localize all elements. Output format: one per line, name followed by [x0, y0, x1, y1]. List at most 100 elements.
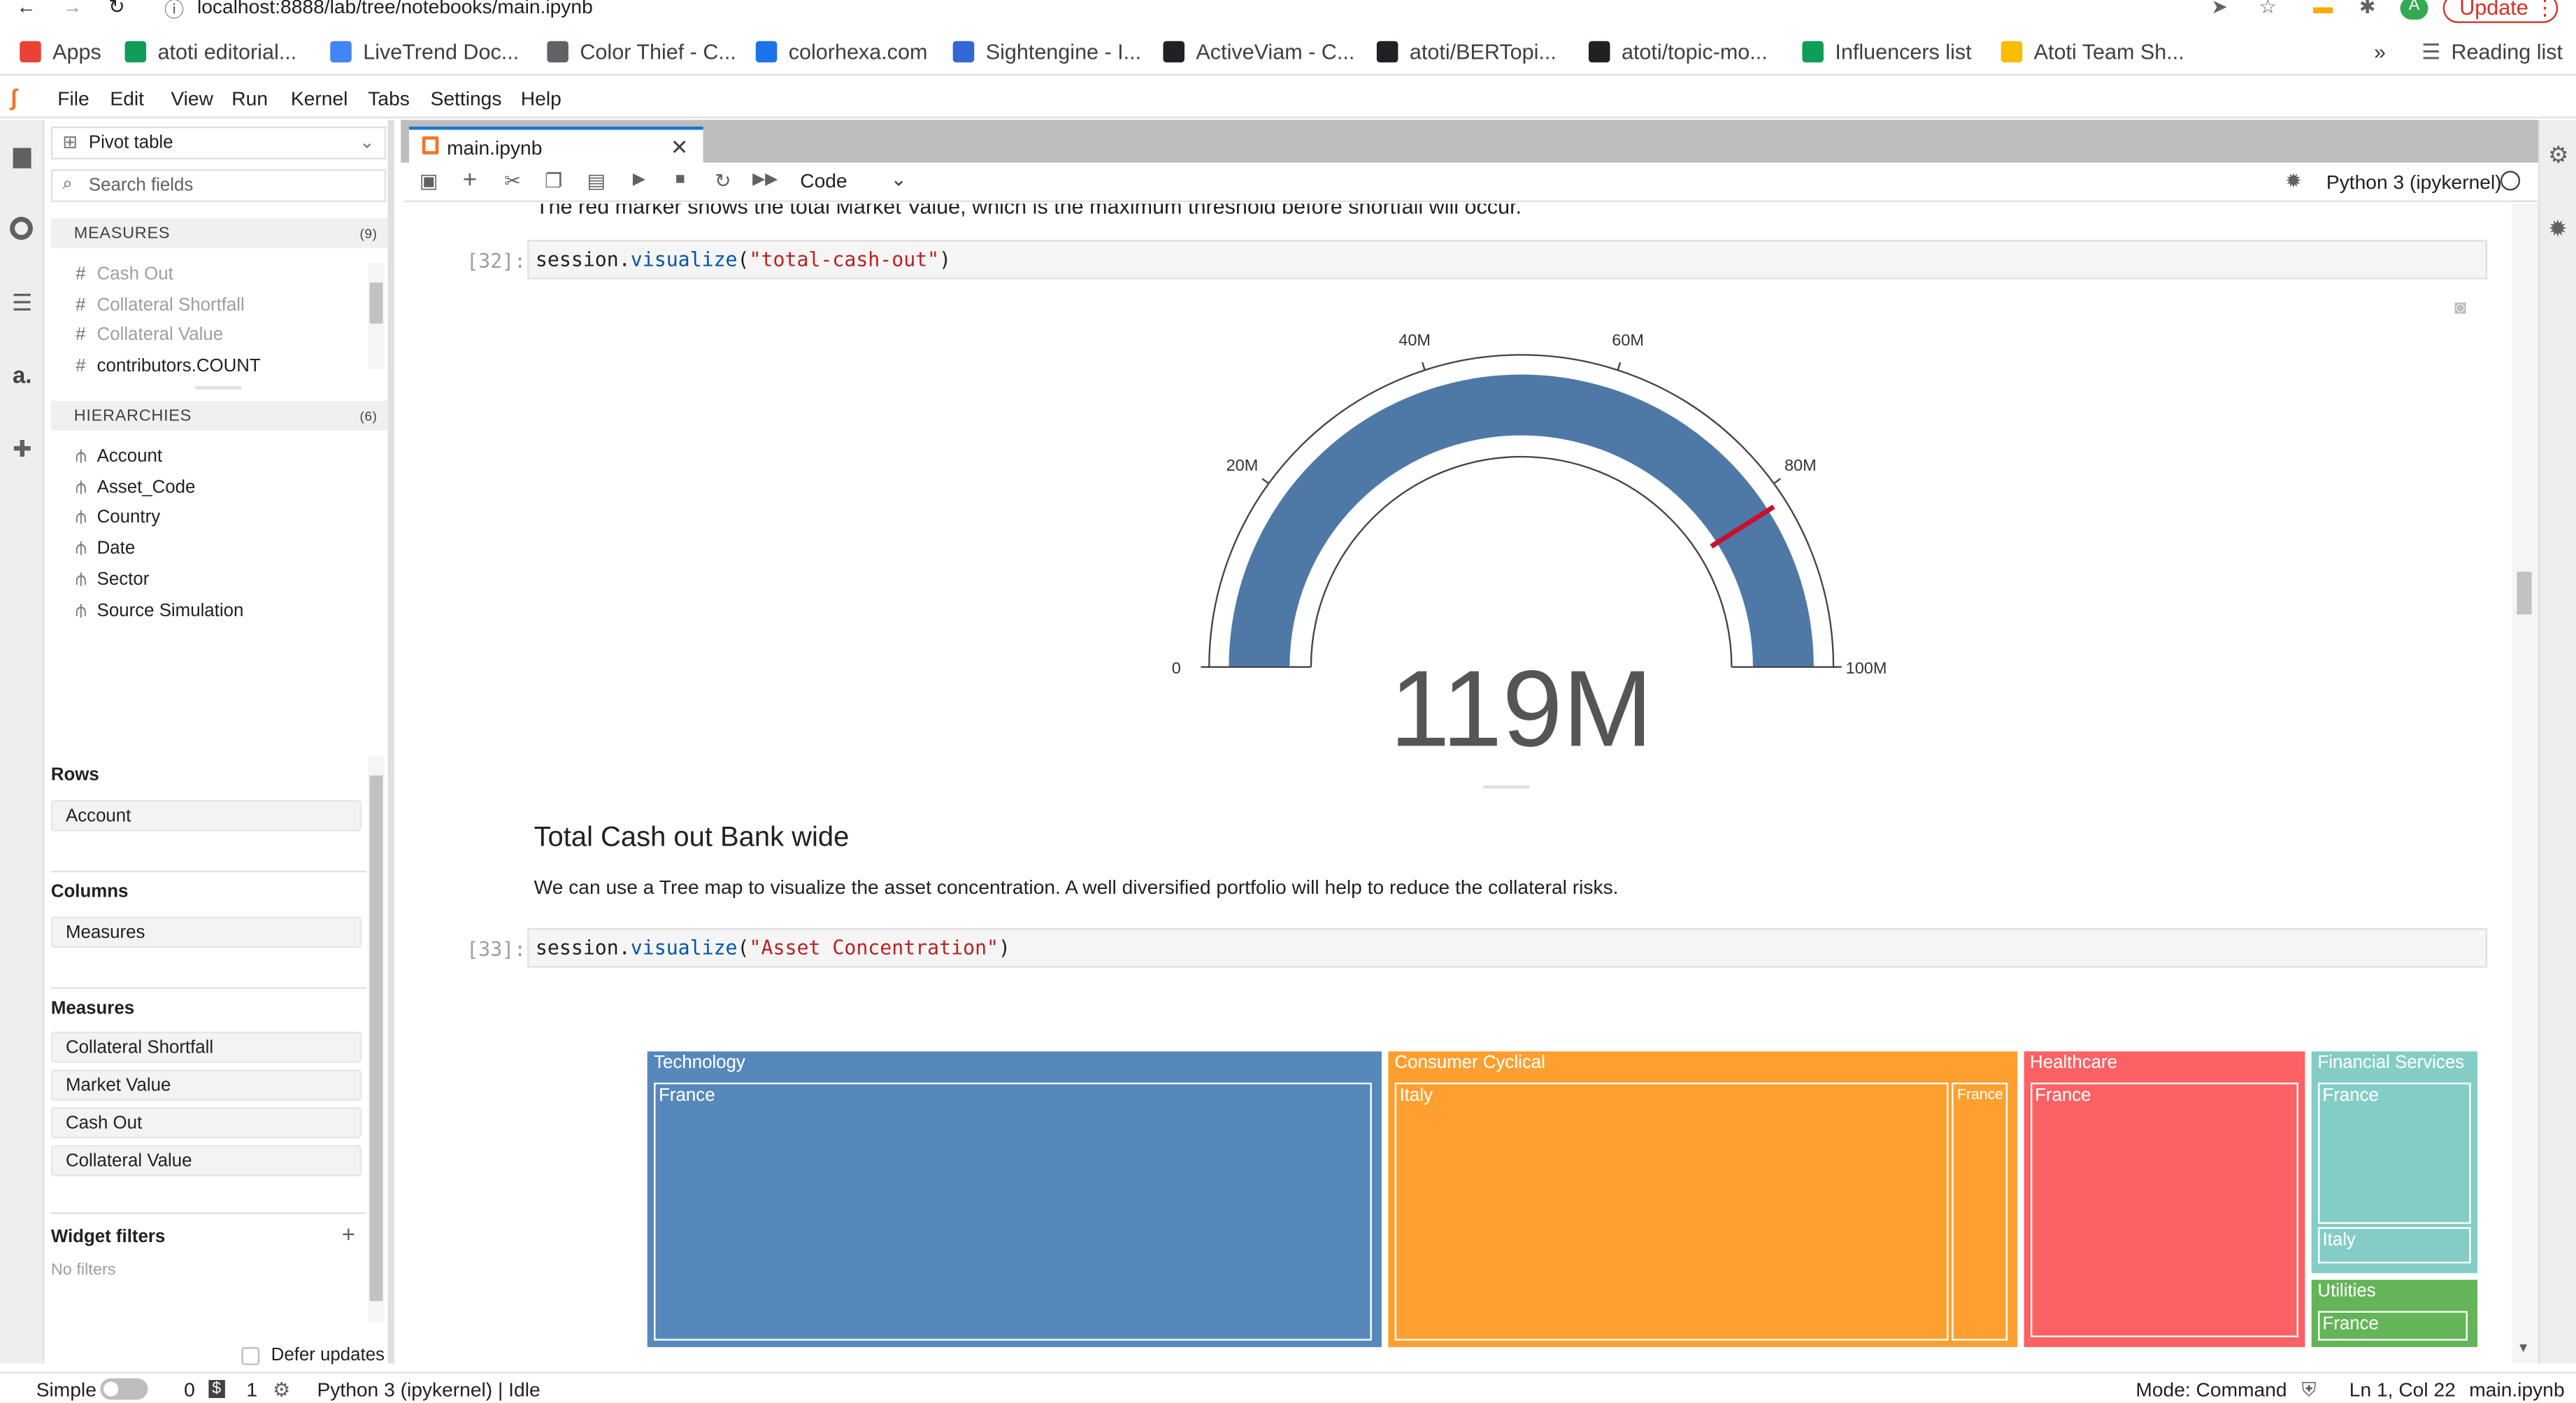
copy-icon[interactable]: ❐ [542, 169, 565, 192]
zone-chip[interactable]: Measures [50, 916, 362, 948]
menu-help[interactable]: Help [521, 87, 561, 110]
hierarchy-field[interactable]: ⫛ Sector [76, 570, 149, 592]
bookmark-item[interactable]: LiveTrend Doc... [330, 39, 519, 64]
send-icon[interactable]: ➤ [2211, 0, 2228, 18]
zone-chip[interactable]: Cash Out [50, 1107, 362, 1139]
run-icon[interactable]: ▶ [628, 169, 651, 192]
treemap-leaf[interactable]: Italy [2317, 1226, 2471, 1264]
bookmark-item[interactable]: Atoti Team Sh... [2001, 39, 2184, 64]
measure-field[interactable]: # Cash Out [76, 264, 173, 284]
star-icon[interactable]: ☆ [2259, 0, 2277, 18]
property-inspector-icon[interactable]: ⚙ [2548, 141, 2569, 169]
menu-edit[interactable]: Edit [110, 87, 144, 110]
extension-icon[interactable]: ▬ [2313, 0, 2333, 18]
search-input[interactable]: ⌕ Search fields [50, 169, 387, 202]
treemap-leaf[interactable]: Italy [1394, 1082, 1949, 1341]
save-icon[interactable]: ▣ [417, 169, 441, 192]
zones-scrollbar[interactable] [368, 755, 385, 1323]
treemap-leaf[interactable]: France [654, 1082, 1372, 1341]
puzzle-icon[interactable]: ✱ [2359, 0, 2376, 18]
camera-icon[interactable]: ◙ [2454, 296, 2466, 319]
zone-chip[interactable]: Market Value [50, 1069, 362, 1101]
notebook-scrollbar[interactable]: ▼ [2512, 204, 2538, 1364]
reading-list-button[interactable]: Reading list [2451, 39, 2563, 64]
bookmarks-overflow-button[interactable]: » [2374, 39, 2386, 64]
url-text[interactable]: localhost:8888/lab/tree/notebooks/main.i… [197, 0, 593, 18]
code-cell-input[interactable]: session.visualize("total-cash-out") [527, 239, 2488, 280]
cursor-position[interactable]: Ln 1, Col 22 [2349, 1379, 2456, 1402]
avatar[interactable]: A [2400, 0, 2428, 20]
menu-view[interactable]: View [171, 87, 213, 110]
cut-icon[interactable]: ✂ [501, 169, 524, 192]
toc-icon[interactable]: ☰ [10, 290, 34, 315]
hierarchy-field[interactable]: ⫛ Account [76, 447, 162, 469]
zones-scroll-thumb[interactable] [369, 775, 383, 1302]
output-resize-handle[interactable] [1483, 785, 1530, 789]
atoti-icon[interactable]: a. [10, 362, 34, 387]
extensions-icon[interactable]: ✚ [10, 436, 34, 462]
resize-handle[interactable] [195, 385, 242, 390]
info-icon[interactable]: ⓘ [164, 0, 184, 23]
running-icon[interactable] [10, 217, 33, 240]
kernel-status-text[interactable]: Python 3 (ipykernel) | Idle [317, 1379, 540, 1402]
debugger-icon[interactable]: ✹ [2282, 169, 2305, 192]
measure-field[interactable]: # Collateral Shortfall [76, 295, 245, 315]
defer-updates-checkbox[interactable] [241, 1347, 260, 1365]
bookmark-item[interactable]: atoti editorial... [124, 39, 296, 64]
treemap-leaf[interactable]: France [2030, 1082, 2298, 1338]
paste-icon[interactable]: ▤ [585, 169, 608, 192]
bookmark-item[interactable]: atoti/BERTopi... [1376, 39, 1557, 64]
zone-chip[interactable]: Account [50, 799, 362, 832]
treemap-leaf[interactable]: France [2317, 1082, 2471, 1223]
measures-scrollbar[interactable] [368, 262, 385, 370]
bookmark-item[interactable]: Sightengine - I... [952, 39, 1141, 64]
menu-kernel[interactable]: Kernel [291, 87, 348, 110]
scroll-down-icon[interactable]: ▼ [2517, 1341, 2530, 1355]
menu-settings[interactable]: Settings [431, 87, 502, 110]
hierarchy-field[interactable]: ⫛ Asset_Code [76, 478, 195, 499]
notebook-scroll-thumb[interactable] [2517, 571, 2532, 615]
zone-chip[interactable]: Collateral Value [50, 1145, 362, 1176]
code-cell-input[interactable]: session.visualize("Asset Concentration") [527, 928, 2488, 968]
treemap-leaf[interactable]: France [2317, 1311, 2468, 1341]
bookmark-item[interactable]: ActiveViam - C... [1163, 39, 1354, 64]
treemap-leaf[interactable]: France [1952, 1082, 2008, 1341]
measure-field[interactable]: # Collateral Value [76, 326, 223, 346]
restart-icon[interactable]: ↻ [711, 169, 734, 192]
hierarchy-field[interactable]: ⫛ Date [76, 539, 135, 561]
hierarchy-field[interactable]: ⫛ Source Simulation [76, 601, 243, 622]
treemap-group[interactable]: Healthcare France [2023, 1051, 2305, 1348]
bookmark-item[interactable]: Apps [20, 39, 101, 64]
cell-type-select[interactable]: Code ⌄ [800, 168, 908, 196]
bookmark-item[interactable]: Color Thief - C... [547, 39, 736, 64]
debugger-icon[interactable]: ✹ [2548, 215, 2568, 243]
bookmark-item[interactable]: atoti/topic-mo... [1588, 39, 1768, 64]
reload-icon[interactable]: ↻ [108, 0, 125, 18]
treemap-group[interactable]: Utilities France [2311, 1279, 2478, 1348]
hierarchy-field[interactable]: ⫛ Country [76, 508, 160, 530]
tab-main-ipynb[interactable]: main.ipynb ✕ [409, 126, 703, 163]
menu-file[interactable]: File [57, 87, 89, 110]
treemap-group[interactable]: Financial Services France Italy [2311, 1051, 2478, 1274]
update-button[interactable]: Update ⋮ [2442, 0, 2559, 23]
bookmark-item[interactable]: colorhexa.com [755, 39, 927, 64]
measures-scroll-thumb[interactable] [369, 283, 383, 324]
back-icon[interactable]: ← [16, 0, 36, 18]
widget-type-select[interactable]: Pivot table ⌄ ⊞ [50, 126, 387, 159]
treemap-group[interactable]: Technology France [647, 1051, 1382, 1348]
zone-chip[interactable]: Collateral Shortfall [50, 1032, 362, 1063]
menu-run[interactable]: Run [231, 87, 268, 110]
bookmark-item[interactable]: Influencers list [1802, 39, 1972, 64]
menu-tabs[interactable]: Tabs [368, 87, 410, 110]
folder-icon[interactable]: ▆ [10, 142, 34, 167]
close-icon[interactable]: ✕ [671, 135, 689, 162]
measure-field[interactable]: # contributors.COUNT [76, 357, 261, 376]
simple-mode-toggle[interactable] [100, 1378, 148, 1400]
treemap-group[interactable]: Consumer Cyclical Italy France [1388, 1051, 2017, 1348]
fast-forward-icon[interactable]: ▶▶ [752, 169, 778, 192]
add-cell-icon[interactable]: + [459, 168, 482, 192]
forward-icon[interactable]: → [62, 0, 82, 18]
kernel-name[interactable]: Python 3 (ipykernel) [2326, 171, 2502, 194]
add-filter-button[interactable]: + [342, 1220, 355, 1247]
stop-icon[interactable]: ■ [668, 169, 692, 192]
